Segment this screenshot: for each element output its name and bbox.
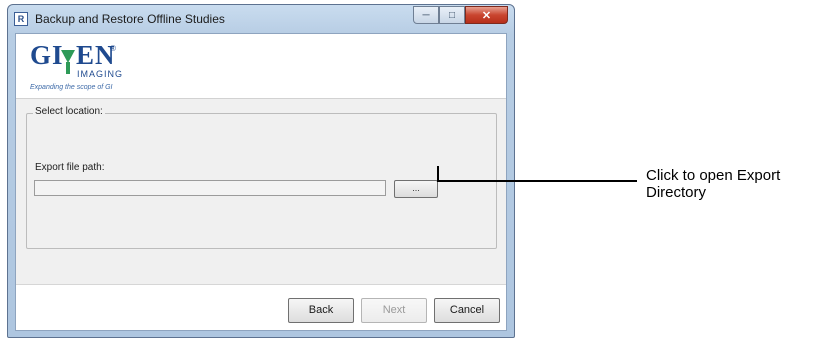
callout-annotation: Click to open Export Directory [646, 167, 781, 201]
maximize-icon: □ [448, 9, 456, 21]
next-button[interactable]: Next [361, 298, 427, 323]
app-icon: R [14, 12, 28, 26]
select-location-legend: Select location: [33, 106, 105, 117]
logo-registered: ® [110, 44, 116, 53]
callout-line [437, 180, 637, 182]
export-file-path-input[interactable] [34, 180, 386, 196]
logo-sub: IMAGING [77, 69, 124, 79]
dialog-footer: Back Next Cancel [16, 284, 506, 330]
minimize-icon: ─ [422, 9, 430, 21]
dialog-header: GI EN ® IMAGING Expanding the scope of G… [16, 34, 506, 98]
window-controls: ─ □ ✕ [413, 6, 508, 25]
export-file-path-label: Export file path: [35, 162, 105, 173]
close-icon: ✕ [481, 9, 492, 22]
minimize-button[interactable]: ─ [413, 6, 439, 24]
dialog-client-area: GI EN ® IMAGING Expanding the scope of G… [15, 33, 507, 331]
back-button[interactable]: Back [288, 298, 354, 323]
title-bar[interactable]: R Backup and Restore Offline Studies ─ □… [8, 5, 514, 33]
maximize-button[interactable]: □ [439, 6, 465, 24]
logo-v-stem [66, 62, 70, 74]
close-button[interactable]: ✕ [465, 6, 508, 24]
given-imaging-logo: GI EN ® IMAGING Expanding the scope of G… [30, 40, 170, 95]
browse-export-directory-button[interactable]: ... [394, 180, 438, 198]
logo-brand-left: GI [30, 40, 64, 70]
window-title: Backup and Restore Offline Studies [35, 12, 225, 26]
logo-tagline: Expanding the scope of GI [30, 84, 113, 91]
cancel-button[interactable]: Cancel [434, 298, 500, 323]
select-location-group: Select location: Export file path: ... [26, 106, 497, 249]
